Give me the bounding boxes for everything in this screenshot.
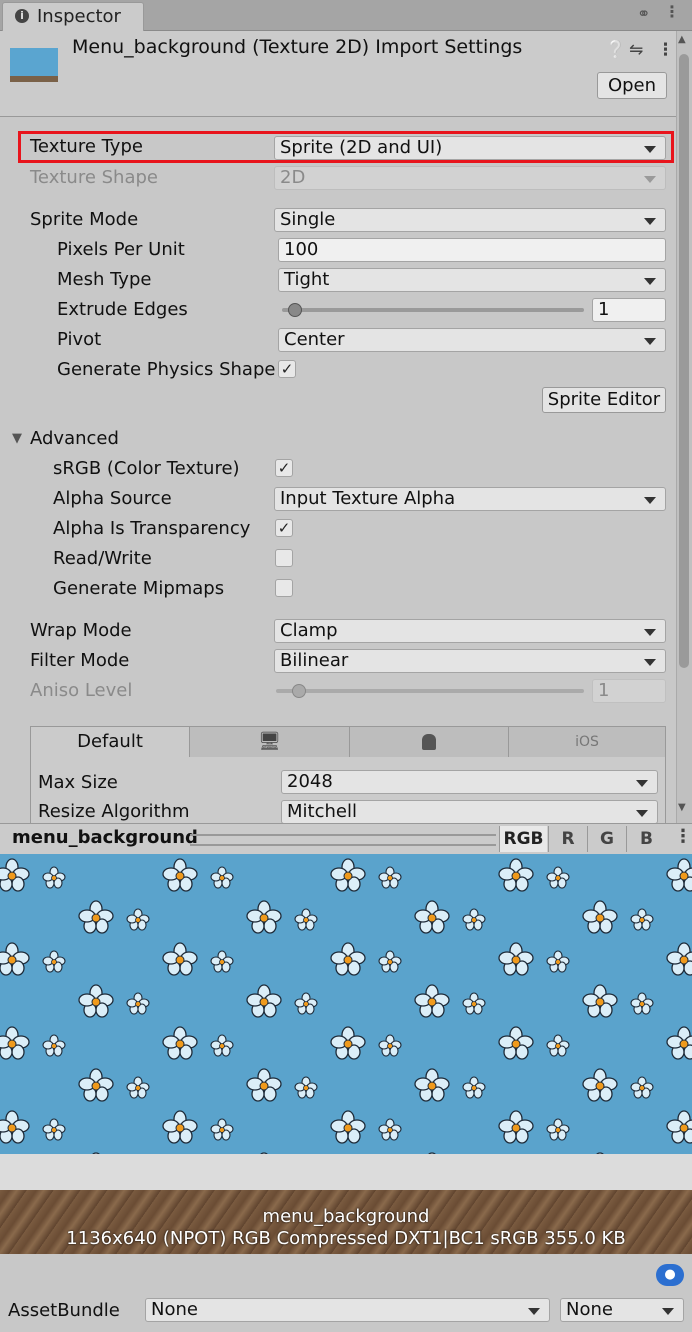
texture-preview [0,854,692,1154]
channel-b-button[interactable]: B [626,826,666,852]
page-title: Menu_background (Texture 2D) Import Sett… [72,36,523,58]
extrude-edges-label: Extrude Edges [57,299,188,320]
info-icon: i [15,9,29,23]
extrude-edges-slider-handle[interactable] [288,303,302,317]
pivot-label: Pivot [57,329,102,350]
help-icon[interactable]: ❔ [605,40,626,60]
platform-tabs: Default 🖥 iOS [30,726,666,758]
pixels-per-unit-field[interactable]: 100 [278,238,666,262]
advanced-foldout-label[interactable]: Advanced [30,428,119,449]
alpha-is-transparency-label: Alpha Is Transparency [53,518,251,539]
read-write-label: Read/Write [53,548,152,569]
alpha-source-label: Alpha Source [53,488,172,509]
read-write-checkbox[interactable] [275,549,293,567]
tab-default[interactable]: Default [31,727,190,757]
aniso-level-field: 1 [592,679,666,703]
preview-menu-icon[interactable]: ⋮ [674,826,692,847]
resize-algorithm-label: Resize Algorithm [38,801,190,822]
generate-mipmaps-checkbox[interactable] [275,579,293,597]
scroll-up-icon[interactable]: ▲ [678,34,686,45]
alpha-source-dropdown[interactable]: Input Texture Alpha [274,487,666,511]
max-size-dropdown[interactable]: 2048 [281,770,658,794]
android-icon [422,734,436,750]
monitor-icon: 🖥 [258,731,281,752]
kebab-menu-icon[interactable]: ⋮ [657,40,674,60]
pivot-dropdown[interactable]: Center [278,328,666,352]
asset-bundle-variant-dropdown[interactable]: None [560,1298,684,1322]
texture-thumbnail [10,48,58,82]
preview-header: menu_background RGB R G B ⋮ [0,823,692,855]
srgb-checkbox[interactable]: ✓ [275,459,293,477]
generate-mipmaps-label: Generate Mipmaps [53,578,225,599]
texture-shape-label: Texture Shape [30,167,158,188]
presets-icon[interactable]: ⇋ [629,40,643,60]
asset-bundle-label: AssetBundle [8,1300,120,1321]
filter-mode-dropdown[interactable]: Bilinear [274,649,666,673]
channel-rgb-button[interactable]: RGB [499,826,547,852]
texture-shape-dropdown: 2D [274,166,666,190]
drag-handle[interactable] [190,834,496,846]
channel-r-button[interactable]: R [548,826,587,852]
tab-standalone[interactable]: 🖥 [190,727,350,757]
filter-mode-label: Filter Mode [30,650,130,671]
extrude-edges-field[interactable]: 1 [592,298,666,322]
aniso-level-slider-handle [292,684,306,698]
preview-info-name: menu_background [262,1206,430,1227]
alpha-is-transparency-checkbox[interactable]: ✓ [275,519,293,537]
aniso-level-label: Aniso Level [30,680,133,701]
preview-spacer [0,1154,692,1191]
more-options-icon[interactable]: ⋮ [664,2,680,21]
resize-algorithm-row: Resize Algorithm Mitchell [30,800,666,823]
asset-label-tag-icon[interactable]: ● [656,1264,684,1286]
extrude-edges-slider-track[interactable] [282,308,584,312]
generate-physics-shape-checkbox[interactable]: ✓ [278,360,296,378]
preview-title: menu_background [12,827,198,848]
tab-bar: i Inspector ⚭ ⋮ [0,0,692,32]
channel-g-button[interactable]: G [587,826,626,852]
sprite-mode-label: Sprite Mode [30,209,139,230]
wrap-mode-dropdown[interactable]: Clamp [274,619,666,643]
asset-bundle-name-dropdown[interactable]: None [145,1298,550,1322]
scrollbar-thumb[interactable] [679,54,689,668]
highlight-box [18,131,674,163]
generate-physics-shape-label: Generate Physics Shape [57,359,276,380]
scroll-down-icon[interactable]: ▼ [678,802,686,813]
resize-algorithm-dropdown[interactable]: Mitchell [281,800,658,823]
advanced-foldout-arrow-icon[interactable]: ▼ [12,431,22,446]
aniso-level-slider-track [276,689,584,693]
sprite-editor-button[interactable]: Sprite Editor [542,387,666,413]
pixels-per-unit-label: Pixels Per Unit [57,239,185,260]
flower-pattern-image [0,854,692,1154]
mesh-type-label: Mesh Type [57,269,152,290]
srgb-label: sRGB (Color Texture) [53,458,240,479]
max-size-label: Max Size [38,772,118,793]
sprite-mode-dropdown[interactable]: Single [274,208,666,232]
tab-ios[interactable]: iOS [509,727,665,757]
tab-android[interactable] [350,727,509,757]
lock-icon[interactable]: ⚭ [637,4,650,23]
tab-inspector-label: Inspector [37,6,121,27]
tab-inspector[interactable]: i Inspector [2,2,144,32]
open-button[interactable]: Open [597,72,667,99]
wrap-mode-label: Wrap Mode [30,620,132,641]
mesh-type-dropdown[interactable]: Tight [278,268,666,292]
preview-info-details: 1136x640 (NPOT) RGB Compressed DXT1|BC1 … [66,1228,626,1249]
